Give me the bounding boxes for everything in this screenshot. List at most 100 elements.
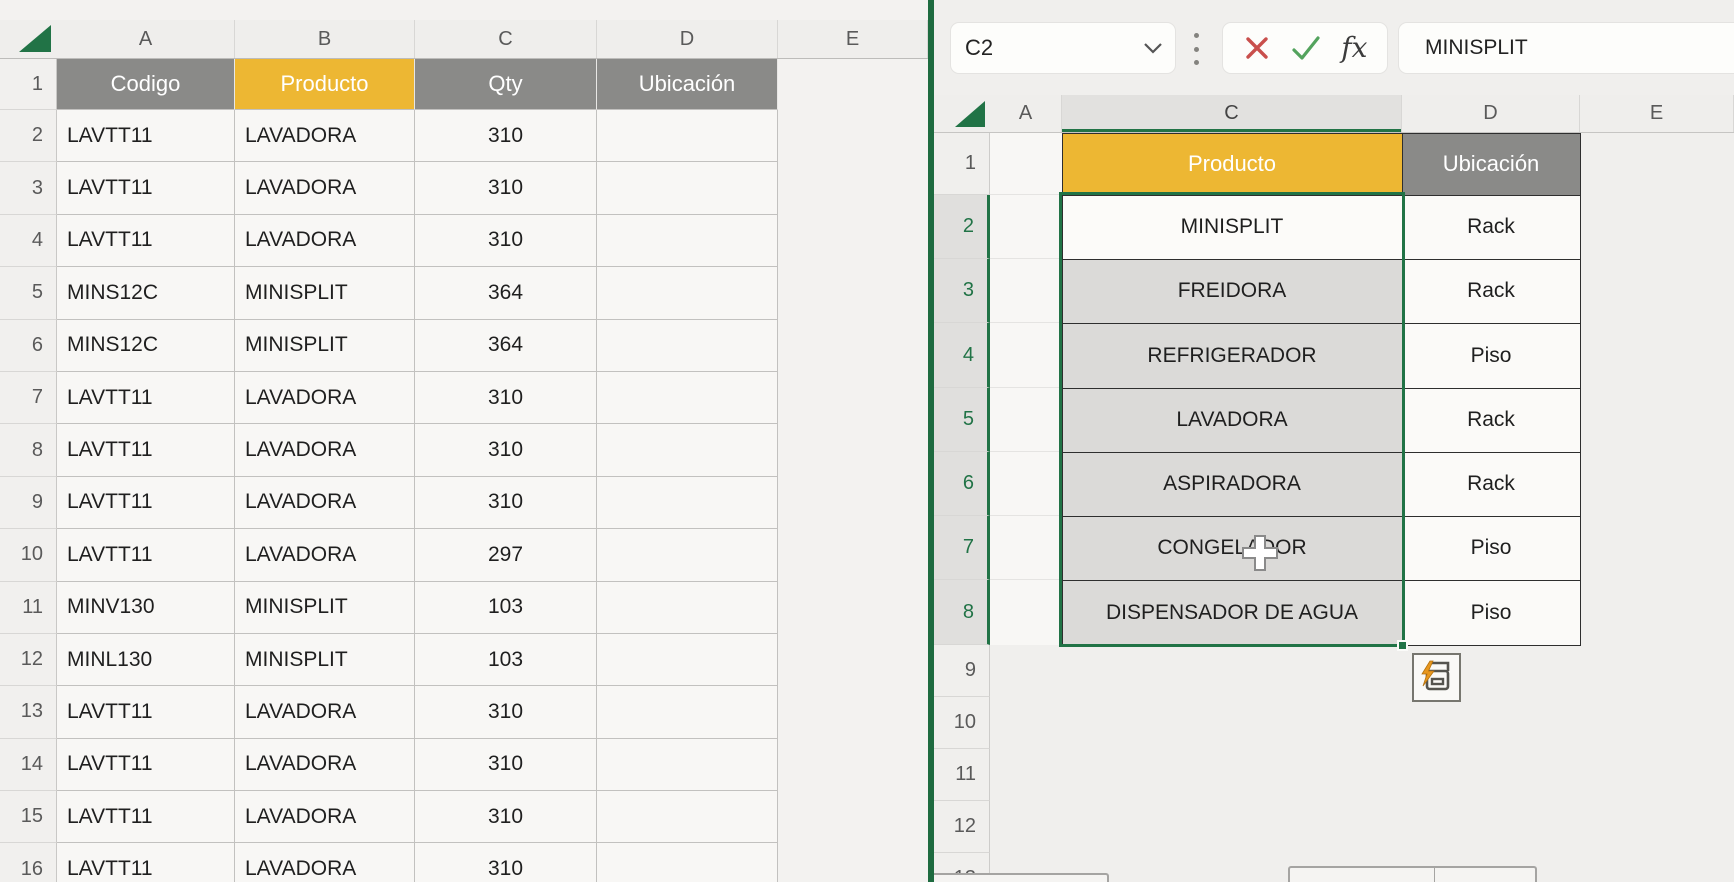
- left-cell-ubicacion[interactable]: [597, 319, 778, 372]
- left-row-header[interactable]: 16: [0, 843, 57, 882]
- left-cell-e[interactable]: [778, 476, 928, 530]
- left-cell-codigo[interactable]: LAVTT11: [57, 476, 235, 530]
- left-cell-producto[interactable]: MINISPLIT: [235, 319, 415, 372]
- right-row-header[interactable]: 1: [934, 133, 990, 195]
- left-cell-codigo[interactable]: LAVTT11: [57, 371, 235, 425]
- left-cell-codigo[interactable]: LAVTT11: [57, 110, 235, 163]
- right-row-header[interactable]: 2: [934, 195, 990, 259]
- left-cell-e[interactable]: [778, 214, 928, 268]
- left-column-header-b[interactable]: B: [235, 20, 415, 58]
- bottom-partial-element[interactable]: [1288, 866, 1537, 882]
- right-row-header[interactable]: 4: [934, 323, 990, 388]
- left-cell-e[interactable]: [778, 686, 928, 739]
- right-row-header[interactable]: 3: [934, 259, 990, 323]
- right-header-ubicacion[interactable]: Ubicación: [1401, 132, 1581, 196]
- left-cell-e[interactable]: [778, 529, 928, 582]
- left-cell-qty[interactable]: 310: [415, 162, 597, 215]
- left-cell-codigo[interactable]: MINV130: [57, 581, 235, 634]
- left-cell-qty[interactable]: 103: [415, 633, 597, 687]
- left-cell-ubicacion[interactable]: [597, 424, 778, 477]
- right-cell-ubicacion[interactable]: Rack: [1401, 451, 1581, 517]
- left-row-header[interactable]: 2: [0, 110, 57, 163]
- left-row-header[interactable]: 4: [0, 214, 57, 268]
- left-cell-e[interactable]: [778, 581, 928, 634]
- left-header-qty[interactable]: Qty: [415, 59, 597, 110]
- left-cell-producto[interactable]: LAVADORA: [235, 424, 415, 477]
- left-cell-ubicacion[interactable]: [597, 633, 778, 687]
- right-row-header[interactable]: 9: [934, 645, 990, 697]
- left-row-header[interactable]: 15: [0, 791, 57, 844]
- enter-check-icon[interactable]: [1290, 34, 1322, 62]
- left-row-header[interactable]: 6: [0, 319, 57, 372]
- flash-fill-options-button[interactable]: [1412, 653, 1461, 702]
- left-cell-e[interactable]: [778, 162, 928, 215]
- left-cell-codigo[interactable]: MINL130: [57, 633, 235, 687]
- chevron-down-icon[interactable]: [1143, 42, 1163, 54]
- left-cell-e[interactable]: [778, 633, 928, 687]
- insert-function-icon[interactable]: fx: [1341, 34, 1367, 62]
- left-row-header[interactable]: 7: [0, 371, 57, 425]
- formula-bar-grip-icon[interactable]: [1192, 31, 1200, 67]
- right-column-a-cells[interactable]: [990, 133, 1062, 645]
- right-cell-ubicacion[interactable]: Rack: [1401, 258, 1581, 324]
- left-cell-producto[interactable]: LAVADORA: [235, 738, 415, 792]
- left-cell-qty[interactable]: 310: [415, 686, 597, 739]
- right-row-header[interactable]: 7: [934, 516, 990, 580]
- fill-handle[interactable]: [1397, 640, 1408, 651]
- left-cell-ubicacion[interactable]: [597, 371, 778, 425]
- right-cell-producto[interactable]: REFRIGERADOR: [1061, 322, 1403, 389]
- left-cell-codigo[interactable]: LAVTT11: [57, 214, 235, 268]
- right-cell-producto[interactable]: CONGELADOR: [1061, 515, 1403, 581]
- right-column-header-e[interactable]: E: [1580, 95, 1734, 132]
- left-column-header-c[interactable]: C: [415, 20, 597, 58]
- left-cell-ubicacion[interactable]: [597, 738, 778, 792]
- right-cell-ubicacion[interactable]: Rack: [1401, 194, 1581, 260]
- left-cell-producto[interactable]: LAVADORA: [235, 529, 415, 582]
- left-cell-qty[interactable]: 310: [415, 371, 597, 425]
- left-cell-e[interactable]: [778, 738, 928, 792]
- left-cell-e[interactable]: [778, 59, 928, 110]
- left-cell-qty[interactable]: 297: [415, 529, 597, 582]
- left-cell-qty[interactable]: 310: [415, 843, 597, 882]
- left-row-header[interactable]: 3: [0, 162, 57, 215]
- left-cell-ubicacion[interactable]: [597, 686, 778, 739]
- formula-bar[interactable]: MINISPLIT: [1398, 22, 1734, 74]
- right-cell-ubicacion[interactable]: Piso: [1401, 579, 1581, 646]
- left-cell-codigo[interactable]: MINS12C: [57, 319, 235, 372]
- left-column-header-e[interactable]: E: [778, 20, 928, 58]
- left-row-header[interactable]: 14: [0, 738, 57, 792]
- left-cell-ubicacion[interactable]: [597, 529, 778, 582]
- left-cell-producto[interactable]: LAVADORA: [235, 843, 415, 882]
- left-cell-e[interactable]: [778, 791, 928, 844]
- left-cell-ubicacion[interactable]: [597, 162, 778, 215]
- left-cell-ubicacion[interactable]: [597, 581, 778, 634]
- left-row-header[interactable]: 11: [0, 581, 57, 634]
- left-column-header-a[interactable]: A: [57, 20, 235, 58]
- left-cell-codigo[interactable]: LAVTT11: [57, 843, 235, 882]
- cancel-icon[interactable]: [1243, 34, 1271, 62]
- left-cell-ubicacion[interactable]: [597, 214, 778, 268]
- right-column-header-d[interactable]: D: [1402, 95, 1580, 132]
- left-row-header[interactable]: 10: [0, 529, 57, 582]
- left-row-header[interactable]: 5: [0, 267, 57, 320]
- left-cell-producto[interactable]: LAVADORA: [235, 686, 415, 739]
- left-cell-producto[interactable]: LAVADORA: [235, 791, 415, 844]
- right-cell-producto[interactable]: ASPIRADORA: [1061, 451, 1403, 517]
- left-cell-e[interactable]: [778, 319, 928, 372]
- name-box[interactable]: C2: [950, 22, 1176, 74]
- left-cell-producto[interactable]: MINISPLIT: [235, 267, 415, 320]
- left-header-codigo[interactable]: Codigo: [57, 59, 235, 110]
- left-column-header-d[interactable]: D: [597, 20, 778, 58]
- left-cell-qty[interactable]: 310: [415, 214, 597, 268]
- right-row-header[interactable]: 6: [934, 452, 990, 516]
- left-cell-qty[interactable]: 364: [415, 267, 597, 320]
- left-header-ubicacion[interactable]: Ubicación: [597, 59, 778, 110]
- left-cell-codigo[interactable]: LAVTT11: [57, 791, 235, 844]
- right-row-header[interactable]: 10: [934, 697, 990, 749]
- left-cell-qty[interactable]: 310: [415, 476, 597, 530]
- left-cell-qty[interactable]: 310: [415, 110, 597, 163]
- left-row-header[interactable]: 12: [0, 633, 57, 687]
- left-cell-producto[interactable]: LAVADORA: [235, 371, 415, 425]
- left-cell-producto[interactable]: LAVADORA: [235, 214, 415, 268]
- left-cell-ubicacion[interactable]: [597, 110, 778, 163]
